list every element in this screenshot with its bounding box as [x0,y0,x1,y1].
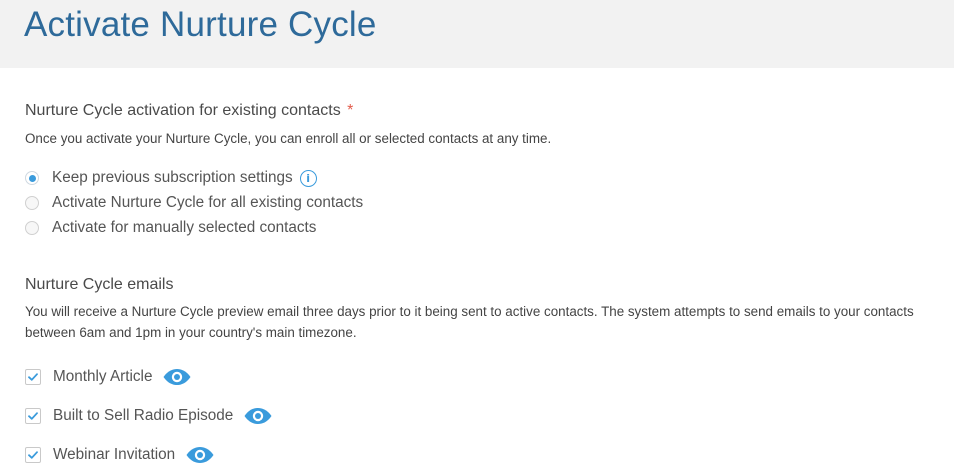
checkmark-icon [28,451,38,459]
checkmark-icon [28,373,38,381]
email-item-label: Monthly Article [53,368,153,385]
radio-button[interactable] [25,196,39,210]
activation-section-title: Nurture Cycle activation for existing co… [25,102,353,120]
radio-option-keep-previous[interactable]: Keep previous subscription settings i [25,168,317,188]
radio-button[interactable] [25,221,39,235]
email-item-radio-episode: Built to Sell Radio Episode [25,406,273,426]
radio-option-manual-contacts[interactable]: Activate for manually selected contacts [25,218,316,238]
required-asterisk: * [347,102,354,119]
email-item-label: Webinar Invitation [53,446,176,463]
radio-label: Activate Nurture Cycle for all existing … [52,194,364,211]
radio-label: Keep previous subscription settings [52,169,293,186]
checkbox-checked[interactable] [25,408,41,424]
radio-option-all-contacts[interactable]: Activate Nurture Cycle for all existing … [25,193,363,213]
activation-title-text: Nurture Cycle activation for existing co… [25,102,341,119]
eye-icon[interactable] [162,368,192,386]
eye-icon[interactable] [243,407,273,425]
checkbox-checked[interactable] [25,447,41,463]
emails-section-title: Nurture Cycle emails [25,276,174,293]
email-item-label: Built to Sell Radio Episode [53,407,234,424]
email-item-monthly-article: Monthly Article [25,367,192,387]
checkbox-checked[interactable] [25,369,41,385]
radio-button-selected[interactable] [25,171,39,185]
email-item-webinar-invitation: Webinar Invitation [25,445,215,465]
radio-label: Activate for manually selected contacts [52,219,317,236]
eye-icon[interactable] [185,446,215,464]
activation-description: Once you activate your Nurture Cycle, yo… [25,131,552,146]
page-title: Activate Nurture Cycle [24,5,377,44]
emails-description: You will receive a Nurture Cycle preview… [25,304,914,340]
info-icon[interactable]: i [299,169,317,187]
checkmark-icon [28,412,38,420]
page-header: Activate Nurture Cycle [0,0,954,68]
